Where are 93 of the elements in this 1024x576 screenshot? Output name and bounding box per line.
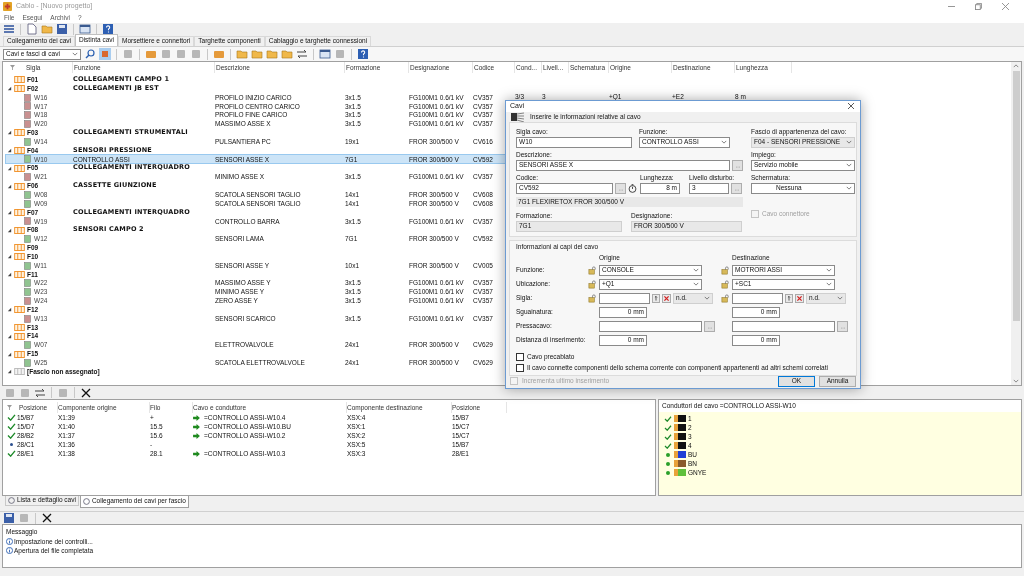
- app-logo-icon: [3, 2, 12, 11]
- restore-icon[interactable]: [975, 3, 982, 10]
- chevron-down-icon: [837, 295, 843, 301]
- chevron-down-icon: [72, 51, 78, 57]
- lock-icon[interactable]: [588, 279, 597, 289]
- folder-icon[interactable]: [266, 48, 278, 60]
- save-icon[interactable]: [56, 23, 68, 35]
- lock-icon[interactable]: [588, 265, 597, 275]
- scroll-up-icon[interactable]: [1013, 64, 1019, 68]
- expand-toggle-icon[interactable]: [7, 227, 12, 233]
- bundle-icon: [14, 350, 25, 358]
- stopwatch-icon[interactable]: [628, 183, 637, 193]
- search-icon[interactable]: [84, 48, 96, 60]
- swap-icon[interactable]: [34, 386, 46, 399]
- browse-button[interactable]: [837, 320, 848, 332]
- dot-icon: [666, 452, 670, 457]
- folder-icon[interactable]: [236, 48, 248, 60]
- chevron-down-icon: [721, 139, 727, 145]
- filter-icon[interactable]: [7, 405, 12, 410]
- pin-icon[interactable]: [652, 293, 660, 303]
- cable-bundle-icon: [511, 111, 525, 122]
- bundle-icon: [14, 147, 25, 155]
- close-button[interactable]: [846, 101, 856, 112]
- bundle-icon: [14, 182, 25, 190]
- folder-icon[interactable]: [41, 23, 53, 35]
- bundle-icon: [14, 270, 25, 278]
- expand-toggle-icon[interactable]: [7, 254, 12, 260]
- expand-toggle-icon[interactable]: [7, 271, 12, 277]
- save-icon[interactable]: [3, 512, 15, 524]
- expand-toggle-icon[interactable]: [7, 210, 12, 216]
- document-icon[interactable]: [26, 23, 38, 35]
- dot-icon: [10, 443, 13, 447]
- lock-icon[interactable]: [721, 279, 730, 289]
- circle-icon: [82, 498, 90, 505]
- browse-button[interactable]: [704, 320, 715, 332]
- chevron-down-icon: [693, 281, 699, 287]
- folder-icon[interactable]: [251, 48, 263, 60]
- chevron-down-icon: [846, 185, 852, 191]
- help-icon[interactable]: [102, 23, 114, 35]
- bundle-icon: [14, 129, 25, 137]
- pin-icon[interactable]: [785, 293, 793, 303]
- expand-toggle-icon[interactable]: [7, 148, 12, 154]
- scrollbar[interactable]: [1011, 62, 1021, 385]
- chevron-down-icon: [693, 267, 699, 273]
- close-icon[interactable]: [80, 386, 92, 399]
- circle-icon: [8, 497, 15, 504]
- info-icon: [6, 538, 13, 545]
- bundle-icon: [14, 226, 25, 234]
- expand-toggle-icon[interactable]: [7, 333, 12, 339]
- lock-icon[interactable]: [721, 293, 730, 303]
- chevron-down-icon: [826, 267, 832, 273]
- checkbox[interactable]: [516, 363, 524, 372]
- expand-toggle-icon[interactable]: [7, 351, 12, 357]
- swap-icon[interactable]: [296, 48, 308, 60]
- arrow-icon: [193, 450, 200, 457]
- lock-icon[interactable]: [721, 265, 730, 275]
- bundle-icon: [14, 368, 25, 376]
- window-icon[interactable]: [79, 23, 91, 35]
- chevron-down-icon: [704, 295, 710, 301]
- tool-icon[interactable]: [213, 48, 225, 60]
- bundle-icon: [14, 209, 25, 217]
- text-field[interactable]: [599, 292, 650, 304]
- minimize-icon[interactable]: [948, 3, 955, 10]
- expand-toggle-icon[interactable]: [7, 183, 12, 189]
- check-icon: [7, 450, 16, 458]
- dot-icon: [666, 461, 670, 466]
- expand-toggle-icon[interactable]: [7, 307, 12, 313]
- scroll-down-icon[interactable]: [1013, 379, 1019, 383]
- chevron-down-icon: [826, 281, 832, 287]
- browse-button[interactable]: [731, 182, 742, 194]
- window-icon[interactable]: [319, 48, 331, 60]
- bundle-icon: [14, 164, 25, 172]
- menu-icon[interactable]: [3, 23, 15, 35]
- info-icon: [6, 547, 13, 554]
- browse-button[interactable]: [732, 159, 743, 171]
- text-field[interactable]: [599, 320, 702, 332]
- checkbox[interactable]: [516, 352, 524, 361]
- dot-icon: [666, 470, 670, 475]
- expand-toggle-icon[interactable]: [7, 165, 12, 171]
- bundle-icon: [14, 306, 25, 314]
- expand-toggle-icon[interactable]: [7, 130, 12, 136]
- help-icon[interactable]: [357, 48, 369, 60]
- delete-icon[interactable]: [795, 293, 804, 303]
- delete-icon[interactable]: [662, 293, 671, 303]
- chevron-down-icon: [846, 162, 852, 168]
- text-field[interactable]: [732, 320, 835, 332]
- close-icon[interactable]: [41, 512, 53, 524]
- text-field[interactable]: [732, 292, 783, 304]
- expand-toggle-icon[interactable]: [7, 86, 12, 92]
- expand-toggle-icon[interactable]: [7, 369, 12, 375]
- lock-icon[interactable]: [588, 293, 597, 303]
- filter-icon[interactable]: [10, 65, 15, 70]
- chevron-down-icon: [846, 139, 852, 145]
